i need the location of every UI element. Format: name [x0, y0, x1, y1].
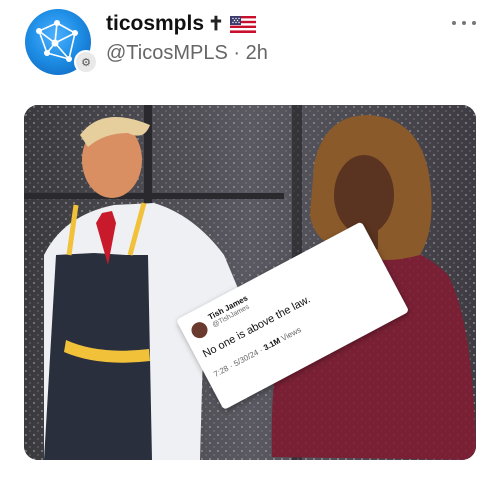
more-options-button[interactable]	[452, 14, 476, 32]
display-name[interactable]: ticosmpls	[106, 12, 204, 36]
embedded-tweet-avatar	[188, 319, 211, 341]
cross-icon: ✝	[208, 13, 224, 35]
author-handle[interactable]: @TicosMPLS	[106, 42, 228, 64]
more-horizontal-icon	[452, 21, 456, 25]
author-name-row[interactable]: ticosmpls ✝	[106, 12, 256, 36]
embedded-tweet-views-count: 3.1M	[262, 336, 282, 353]
handle-row: @TicosMPLS · 2h	[106, 42, 268, 65]
us-flag-icon	[229, 15, 256, 33]
meta-separator: ·	[233, 42, 241, 64]
embedded-tweet-views-label: Views	[279, 325, 303, 344]
affiliate-badge-icon: ⚙	[74, 50, 98, 74]
post-time[interactable]: 2h	[246, 42, 268, 64]
